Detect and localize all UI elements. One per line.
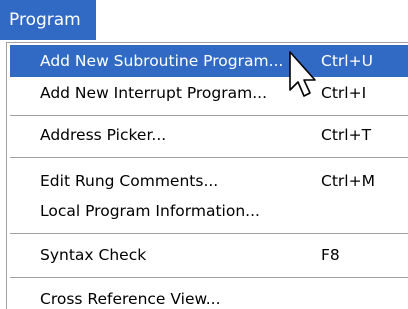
menu-item-shortcut: Ctrl+I [321, 84, 367, 102]
menu-item-shortcut: Ctrl+T [321, 126, 372, 144]
program-dropdown-menu: Add New Subroutine Program... Ctrl+U Add… [6, 42, 408, 309]
menu-item-shortcut: F8 [321, 246, 340, 264]
menu-separator [10, 157, 408, 159]
menu-item-label: Local Program Information... [40, 202, 260, 220]
menu-item-cross-reference-view[interactable]: Cross Reference View... [10, 283, 408, 309]
menu-item-add-new-subroutine-program[interactable]: Add New Subroutine Program... Ctrl+U [10, 45, 408, 77]
mouse-pointer-icon [289, 51, 316, 97]
menu-item-label: Add New Subroutine Program... [40, 52, 284, 70]
menu-item-address-picker[interactable]: Address Picker... Ctrl+T [10, 119, 408, 151]
menu-item-edit-rung-comments[interactable]: Edit Rung Comments... Ctrl+M [10, 165, 408, 197]
menu-item-label: Syntax Check [40, 246, 147, 264]
menu-item-label: Cross Reference View... [40, 290, 221, 308]
menu-item-label: Add New Interrupt Program... [40, 84, 267, 102]
menu-item-local-program-information[interactable]: Local Program Information... [10, 195, 408, 227]
menu-item-label: Address Picker... [40, 126, 167, 144]
menu-separator [10, 233, 408, 235]
menu-item-shortcut: Ctrl+M [321, 172, 375, 190]
menu-item-label: Edit Rung Comments... [40, 172, 219, 190]
menu-item-shortcut: Ctrl+U [321, 52, 373, 70]
menu-separator [10, 115, 408, 117]
menu-item-add-new-interrupt-program[interactable]: Add New Interrupt Program... Ctrl+I [10, 77, 408, 109]
menu-separator [10, 277, 408, 279]
menu-item-syntax-check[interactable]: Syntax Check F8 [10, 239, 408, 271]
menu-screenshot: Program Add New Subroutine Program... Ct… [0, 0, 408, 309]
menu-program[interactable]: Program [0, 0, 96, 40]
